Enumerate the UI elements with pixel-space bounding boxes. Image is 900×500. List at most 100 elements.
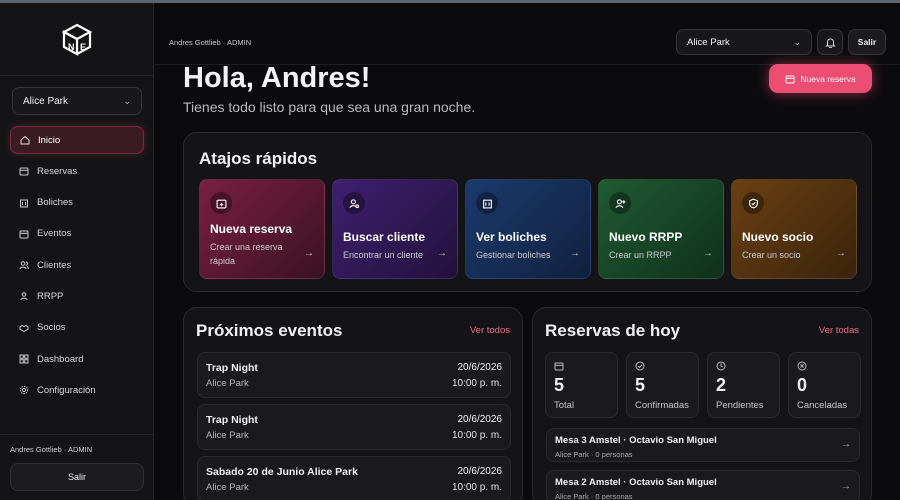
user-search-icon xyxy=(343,192,365,214)
brand-logo: N E xyxy=(61,23,93,56)
event-row[interactable]: Trap Night Alice Park 20/6/2026 10:00 p.… xyxy=(197,404,511,450)
stat-value: 5 xyxy=(554,375,565,395)
top-user-info: Andres Gottlieb · ADMIN xyxy=(169,38,252,47)
sidebar-item-eventos[interactable]: Eventos xyxy=(10,220,144,248)
stat-label: Canceladas xyxy=(797,400,848,411)
arrow-right-icon: → xyxy=(570,248,580,259)
sidebar-item-inicio[interactable]: Inicio xyxy=(10,126,144,154)
shortcut-title: Nueva reserva xyxy=(210,222,293,236)
top-logout-button[interactable]: Salir xyxy=(848,29,886,55)
event-time: 10:00 p. m. xyxy=(451,482,502,493)
stat-value: 5 xyxy=(635,375,646,395)
gear-icon xyxy=(19,386,29,395)
top-venue-select[interactable]: Alice Park ⌄ xyxy=(676,29,812,55)
grid-icon xyxy=(19,354,29,364)
stat-value: 2 xyxy=(716,375,727,395)
shortcut-subtitle: Gestionar boliches xyxy=(476,250,551,260)
reservation-name: Mesa 3 Amstel · Octavio San Miguel xyxy=(555,435,717,446)
arrow-right-icon: → xyxy=(836,248,846,259)
stat-label: Confirmadas xyxy=(635,400,689,411)
reservations-view-all-link[interactable]: Ver todas xyxy=(819,325,859,336)
sidebar-item-rrpp[interactable]: RRPP xyxy=(10,282,144,310)
upcoming-events-panel: Próximos eventos Ver todos Trap Night Al… xyxy=(183,307,523,500)
shortcuts-panel: Atajos rápidos Nueva reserva Crear una r… xyxy=(183,132,872,292)
sidebar: N E Alice Park ⌄ Inicio Reservas Boliche… xyxy=(0,3,154,500)
calendar-icon xyxy=(554,362,564,371)
building-icon xyxy=(20,199,28,208)
events-view-all-link[interactable]: Ver todos xyxy=(470,325,510,336)
shortcut-view-venues[interactable]: Ver boliches Gestionar boliches → xyxy=(465,179,591,279)
event-time: 10:00 p. m. xyxy=(451,378,502,389)
sidebar-venue-value: Alice Park xyxy=(23,95,69,107)
stat-label: Total xyxy=(554,400,575,411)
x-circle-icon xyxy=(797,361,807,371)
home-icon xyxy=(20,135,30,145)
event-date: 20/6/2026 xyxy=(457,466,503,477)
new-reservation-button[interactable]: Nueva reserva xyxy=(769,64,872,93)
stat-pending: 2 Pendientes xyxy=(707,352,780,418)
sidebar-item-label: Eventos xyxy=(37,228,72,240)
users-icon xyxy=(19,261,29,270)
arrow-right-icon: → xyxy=(304,248,314,259)
stat-confirmed: 5 Confirmadas xyxy=(626,352,699,418)
shortcut-title: Nuevo RRPP xyxy=(609,230,683,244)
shield-icon xyxy=(742,192,764,214)
top-venue-value: Alice Park xyxy=(687,36,730,48)
event-row[interactable]: Trap Night Alice Park 20/6/2026 10:00 p.… xyxy=(197,352,511,398)
shortcut-subtitle: Encontrar un cliente xyxy=(343,250,424,260)
chevron-down-icon: ⌄ xyxy=(123,95,131,106)
sidebar-divider xyxy=(0,75,154,76)
sidebar-user-info: Andres Gottlieb · ADMIN xyxy=(10,445,93,454)
page-title: Hola, Andres! xyxy=(183,62,371,94)
reservation-name: Mesa 2 Amstel · Octavio San Miguel xyxy=(555,477,717,488)
sidebar-item-boliches[interactable]: Boliches xyxy=(10,189,144,217)
sidebar-item-label: RRPP xyxy=(37,290,64,302)
sidebar-item-label: Socios xyxy=(37,322,66,334)
event-name: Sabado 20 de Junio Alice Park xyxy=(206,466,358,478)
sidebar-item-label: Boliches xyxy=(37,197,73,209)
user-group-icon xyxy=(20,292,28,301)
events-title: Próximos eventos xyxy=(196,321,343,340)
sidebar-venue-select[interactable]: Alice Park ⌄ xyxy=(12,87,142,115)
notifications-button[interactable] xyxy=(817,29,843,55)
clock-icon xyxy=(716,361,726,371)
page-subtitle: Tienes todo listo para que sea una gran … xyxy=(183,99,476,115)
event-name: Trap Night xyxy=(206,362,258,374)
reservation-row[interactable]: Mesa 2 Amstel · Octavio San Miguel Alice… xyxy=(546,470,860,500)
shortcut-new-partner[interactable]: Nuevo socio Crear un socio → xyxy=(731,179,857,279)
shortcut-search-client[interactable]: Buscar cliente Encontrar un cliente → xyxy=(332,179,458,279)
event-venue: Alice Park xyxy=(206,430,249,441)
stat-cancelled: 0 Canceladas xyxy=(788,352,861,418)
event-name: Trap Night xyxy=(206,414,258,426)
reservation-row[interactable]: Mesa 3 Amstel · Octavio San Miguel Alice… xyxy=(546,428,860,462)
shortcut-new-reservation[interactable]: Nueva reserva Crear una reserva rápida → xyxy=(199,179,325,279)
calendar-icon xyxy=(19,230,29,239)
sidebar-item-label: Reservas xyxy=(37,165,78,177)
sidebar-item-reservas[interactable]: Reservas xyxy=(10,157,144,185)
sidebar-item-clientes[interactable]: Clientes xyxy=(10,251,144,279)
stat-label: Pendientes xyxy=(716,400,764,411)
sidebar-item-configuracion[interactable]: Configuración xyxy=(10,376,144,404)
event-venue: Alice Park xyxy=(206,482,249,493)
shortcut-title: Nuevo socio xyxy=(742,230,814,244)
event-time: 10:00 p. m. xyxy=(451,430,502,441)
sidebar-item-label: Dashboard xyxy=(37,353,84,365)
event-row[interactable]: Sabado 20 de Junio Alice Park Alice Park… xyxy=(197,456,511,500)
sidebar-item-socios[interactable]: Socios xyxy=(10,314,144,342)
shortcut-title: Ver boliches xyxy=(476,230,547,244)
event-date: 20/6/2026 xyxy=(457,414,503,425)
sidebar-item-label: Inicio xyxy=(38,134,61,146)
event-date: 20/6/2026 xyxy=(457,362,503,373)
user-plus-icon xyxy=(609,192,631,214)
shortcut-title: Buscar cliente xyxy=(343,230,426,244)
reservation-details: Alice Park · 0 personas xyxy=(555,450,633,459)
check-circle-icon xyxy=(635,361,645,371)
svg-text:N: N xyxy=(68,42,75,52)
shortcut-new-rrpp[interactable]: Nuevo RRPP Crear un RRPP → xyxy=(598,179,724,279)
arrow-right-icon: → xyxy=(841,481,851,492)
stat-total: 5 Total xyxy=(545,352,618,418)
shortcut-subtitle: Crear un RRPP xyxy=(609,250,672,260)
sidebar-logout-button[interactable]: Salir xyxy=(10,463,144,491)
sidebar-item-dashboard[interactable]: Dashboard xyxy=(10,345,144,373)
calendar-icon xyxy=(785,75,795,83)
